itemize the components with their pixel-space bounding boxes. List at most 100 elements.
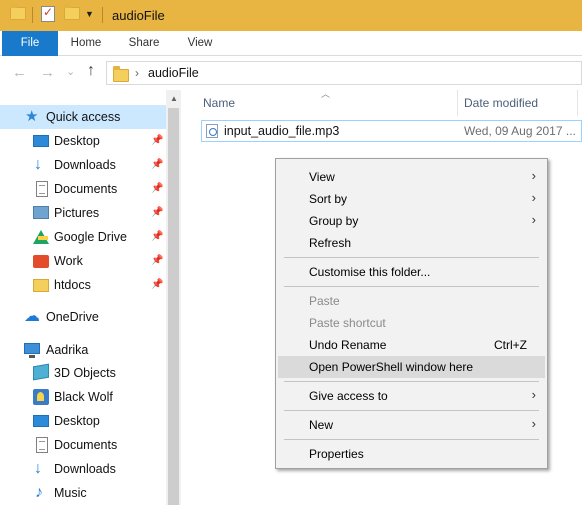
sidebar-item-black-wolf[interactable]: Black Wolf [0,385,166,409]
column-header-date-modified[interactable]: Date modified [464,90,574,116]
new-folder-icon[interactable] [64,4,80,23]
menu-item-label: Paste [309,294,340,308]
sidebar-item-label: Documents [54,182,118,196]
menu-separator [284,286,539,287]
tab-home[interactable]: Home [62,31,110,56]
sidebar-scrollbar[interactable]: ▲ [166,90,181,505]
up-arrow-icon[interactable]: ↑ [87,62,95,80]
pin-icon[interactable]: 📌 [151,279,163,290]
submenu-arrow-icon: › [531,168,536,183]
breadcrumb-chevron-icon[interactable]: › [135,66,139,80]
menu-item-new[interactable]: New › [278,414,545,436]
sidebar-item-label: Desktop [54,414,100,428]
sidebar-item-pictures[interactable]: Pictures 📌 [0,201,166,225]
menu-item-refresh[interactable]: Refresh [278,232,545,254]
folder-icon[interactable] [10,4,26,23]
sidebar-item-label: Black Wolf [54,390,113,404]
music-icon: ♪ [35,484,43,501]
menu-separator [284,381,539,382]
menu-item-view[interactable]: View › [278,166,545,188]
navigation-bar: ← → ⌄ ↑ › audioFile [0,56,582,90]
sidebar-item-label: Work [54,254,83,268]
sidebar-item-label: Pictures [54,206,100,220]
sidebar-item-label: htdocs [54,278,91,292]
sidebar-item-onedrive[interactable]: ☁ OneDrive [0,305,166,329]
toolbar-divider [32,7,33,23]
menu-item-label: View [309,170,335,184]
menu-item-label: Give access to [309,389,388,403]
sidebar-item-work[interactable]: Work 📌 [0,249,166,273]
sidebar-item-downloads[interactable]: ↓ Downloads 📌 [0,153,166,177]
pin-icon[interactable]: 📌 [151,207,163,218]
tab-file[interactable]: File [2,31,58,56]
menu-item-label: Undo Rename [309,338,387,352]
this-pc-icon [24,343,40,358]
pin-icon[interactable]: 📌 [151,231,163,242]
sidebar-item-google-drive[interactable]: Google Drive 📌 [0,225,166,249]
submenu-arrow-icon: › [531,387,536,402]
sidebar-item-documents[interactable]: Documents 📌 [0,177,166,201]
menu-separator [284,410,539,411]
pin-icon[interactable]: 📌 [151,255,163,266]
documents-icon [36,181,48,197]
pictures-icon [33,206,49,219]
properties-icon[interactable] [41,5,55,22]
scroll-up-icon[interactable]: ▲ [170,94,178,103]
sidebar-item-desktop-pc[interactable]: Desktop [0,409,166,433]
address-bar[interactable]: › audioFile [106,61,582,85]
sidebar-item-label: 3D Objects [54,366,116,380]
black-wolf-icon [33,389,49,405]
menu-item-paste-shortcut: Paste shortcut [278,312,545,334]
menu-item-open-powershell[interactable]: Open PowerShell window here [278,356,545,378]
menu-item-give-access[interactable]: Give access to › [278,385,545,407]
sidebar-item-desktop[interactable]: Desktop 📌 [0,129,166,153]
menu-item-customise-folder[interactable]: Customise this folder... [278,261,545,283]
title-bar: ▼ audioFile [0,0,582,31]
tab-view[interactable]: View [176,31,224,56]
star-icon: ★ [25,108,39,125]
column-divider[interactable] [577,90,578,116]
back-arrow-icon[interactable]: ← [12,64,27,81]
breadcrumb-audiofile[interactable]: audioFile [148,66,199,80]
sidebar-item-downloads-pc[interactable]: ↓ Downloads [0,457,166,481]
menu-item-undo-rename[interactable]: Undo Rename Ctrl+Z [278,334,545,356]
customize-qat-icon[interactable]: ▼ [85,9,94,19]
submenu-arrow-icon: › [531,190,536,205]
column-divider[interactable] [457,90,458,116]
sidebar-item-documents-pc[interactable]: Documents [0,433,166,457]
menu-separator [284,439,539,440]
sidebar-item-label: Documents [54,438,118,452]
menu-item-shortcut: Ctrl+Z [494,338,527,352]
downloads-icon: ↓ [34,460,42,477]
tab-share[interactable]: Share [120,31,168,56]
folder-icon [33,279,49,292]
3d-objects-icon [33,363,49,381]
table-row[interactable]: input_audio_file.mp3 Wed, 09 Aug 2017 ..… [201,120,582,142]
menu-item-label: Open PowerShell window here [309,360,474,374]
menu-item-sort-by[interactable]: Sort by › [278,188,545,210]
onedrive-icon: ☁ [24,308,40,325]
pin-icon[interactable]: 📌 [151,135,163,146]
sidebar-item-label: Downloads [54,462,116,476]
menu-item-properties[interactable]: Properties [278,443,545,465]
navigation-pane: ★ Quick access Desktop 📌 ↓ Downloads 📌 D… [0,90,181,505]
title-divider [102,7,103,23]
menu-separator [284,257,539,258]
forward-arrow-icon[interactable]: → [40,64,55,81]
pin-icon[interactable]: 📌 [151,159,163,170]
desktop-icon [33,415,49,427]
menu-item-group-by[interactable]: Group by › [278,210,545,232]
sidebar-item-3d-objects[interactable]: 3D Objects [0,361,166,385]
menu-item-label: Refresh [309,236,352,250]
sidebar-item-music[interactable]: ♪ Music [0,481,166,505]
recent-locations-icon[interactable]: ⌄ [66,65,75,78]
pin-icon[interactable]: 📌 [151,183,163,194]
column-header-name[interactable]: Name [203,90,453,116]
sidebar-item-quick-access[interactable]: ★ Quick access [0,105,166,129]
sidebar-item-label: Desktop [54,134,100,148]
ribbon-tabs: File Home Share View [0,31,582,56]
sidebar-item-htdocs[interactable]: htdocs 📌 [0,273,166,297]
scrollbar-thumb[interactable] [168,108,179,505]
sidebar-item-this-pc[interactable]: Aadrika [0,338,166,362]
desktop-icon [33,135,49,147]
